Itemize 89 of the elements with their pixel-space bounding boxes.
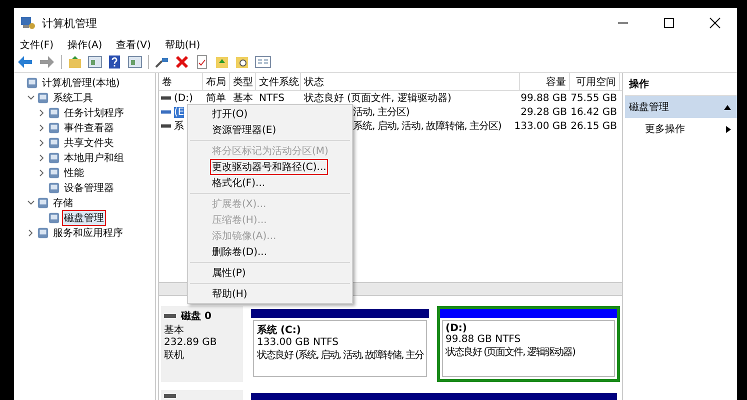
actions-section-header[interactable]: 磁盘管理 <box>625 96 737 118</box>
column-header[interactable]: 文件系统 <box>256 73 301 90</box>
tree-item[interactable]: 磁盘管理 <box>62 210 106 226</box>
menu-item[interactable]: 文件(F) <box>20 38 54 52</box>
table-cell: 26.15 GB <box>570 120 617 132</box>
table-cell: 133.00 GB <box>514 120 567 132</box>
maximize-icon[interactable] <box>663 17 675 29</box>
menu-item[interactable]: 帮助(H) <box>164 38 200 52</box>
window-title: 计算机管理 <box>42 16 97 30</box>
table-cell: NTFS <box>259 92 285 104</box>
partition-block[interactable]: (D:) 99.88 GB NTFS 状态良好 (页面文件, 逻辑驱动器) <box>436 306 620 382</box>
menu-item[interactable]: 格式化(F)... <box>210 175 268 191</box>
tree-node-icon <box>37 196 49 208</box>
expanded-caret-icon[interactable] <box>27 94 35 102</box>
tree-node-icon <box>37 226 49 238</box>
caret-icon <box>726 126 731 132</box>
section-label: 磁盘管理 <box>629 101 669 114</box>
menu-item[interactable]: 帮助(H) <box>210 286 250 302</box>
tree-item[interactable]: 存储 <box>51 194 75 210</box>
tree-node-icon <box>48 182 60 194</box>
tree-item[interactable]: 性能 <box>62 164 86 180</box>
table-cell[interactable]: (E <box>174 106 184 118</box>
tree-item[interactable]: 服务和应用程序 <box>51 224 125 240</box>
tree-item[interactable]: 本地用户和组 <box>62 150 126 166</box>
close-icon[interactable] <box>709 17 721 29</box>
menu-item[interactable]: 属性(P) <box>210 265 248 281</box>
disk-type: 基本 <box>164 324 185 337</box>
tree-node-icon <box>48 106 60 118</box>
partition-name: 系统 (C:) <box>257 324 302 337</box>
column-header[interactable]: 状态 <box>301 73 520 90</box>
tree-node-icon <box>48 166 60 178</box>
tree-item[interactable]: 计算机管理(本地) <box>40 74 122 90</box>
table-cell-text: 系统, 启动, 活动, 故障转储, 主分区) <box>353 120 502 133</box>
table-cell-text: 基本 <box>233 92 253 105</box>
expanded-caret-icon[interactable] <box>27 198 35 206</box>
tree-node-icon <box>48 136 60 148</box>
column-header[interactable]: 卷 <box>159 73 203 90</box>
help-book-icon[interactable] <box>108 55 122 69</box>
action-link[interactable]: 更多操作 <box>645 122 685 136</box>
partition-status: 状态良好 (页面文件, 逻辑驱动器) <box>446 346 576 359</box>
table-cell: 99.88 GB <box>520 92 567 104</box>
menu-item[interactable]: 更改驱动器号和路径(C)... <box>210 159 328 175</box>
delete-icon[interactable] <box>175 55 189 69</box>
folder-up-icon[interactable] <box>215 55 229 69</box>
table-cell[interactable]: 系 <box>174 119 184 133</box>
tree-item[interactable]: 事件查看器 <box>62 120 116 136</box>
column-header[interactable]: 类型 <box>230 73 256 90</box>
back-arrow-icon[interactable] <box>17 55 33 69</box>
disk-name: 磁盘 0 <box>181 310 212 323</box>
menu-item[interactable]: 查看(V) <box>116 38 151 52</box>
table-cell-text: 活动, 主分区) <box>353 106 410 119</box>
computer-management-icon <box>20 15 36 31</box>
search-folder-icon[interactable] <box>235 55 249 69</box>
partition-size: 99.88 GB NTFS <box>446 334 522 345</box>
connect-icon[interactable] <box>155 55 169 69</box>
column-header[interactable]: 容量 <box>520 73 570 90</box>
folder-up-icon[interactable] <box>68 55 82 69</box>
menu-item[interactable]: 操作(A) <box>68 38 102 52</box>
table-cell: 29.28 GB <box>520 106 567 118</box>
tree-item[interactable]: 设备管理器 <box>62 180 116 196</box>
panel-icon[interactable] <box>88 55 102 69</box>
forward-arrow-icon[interactable] <box>39 55 55 69</box>
tree-node-icon <box>26 76 38 88</box>
table-cell-text: 简单 <box>206 92 226 105</box>
panel-icon[interactable] <box>128 55 142 69</box>
column-header[interactable]: 布局 <box>203 73 230 90</box>
partition-status: 状态良好 (系统, 启动, 活动, 故障转储, 主分 <box>257 348 422 362</box>
tree-node-icon <box>48 212 60 224</box>
tree-item[interactable]: 共享文件夹 <box>62 134 116 150</box>
tree-node-icon <box>48 152 60 164</box>
table-cell-text: 状态良好 (页面文件, 逻辑驱动器) <box>304 92 452 105</box>
table-cell: 16.42 GB <box>570 106 617 118</box>
menu-item[interactable]: 资源管理器(E) <box>210 122 278 138</box>
partition-name: (D:) <box>446 323 468 334</box>
column-header[interactable]: 可用空间 <box>570 73 620 90</box>
menu-item[interactable]: 删除卷(D)... <box>210 244 270 260</box>
collapsed-caret-icon[interactable] <box>27 228 35 236</box>
disk-size: 232.89 GB <box>164 337 218 348</box>
table-cell[interactable]: (D:) <box>174 92 193 104</box>
disk-status: 联机 <box>164 348 185 362</box>
table-cell: 75.55 GB <box>570 92 617 104</box>
list-icon[interactable] <box>255 55 271 69</box>
partition-size: 133.00 GB NTFS <box>257 337 340 348</box>
tree-item[interactable]: 任务计划程序 <box>62 104 126 120</box>
menu-item[interactable]: 打开(O) <box>210 106 250 122</box>
document-check-icon[interactable] <box>195 55 209 69</box>
tree-node-icon <box>48 122 60 134</box>
tree-node-icon <box>37 92 49 104</box>
tree-item[interactable]: 系统工具 <box>51 90 95 106</box>
